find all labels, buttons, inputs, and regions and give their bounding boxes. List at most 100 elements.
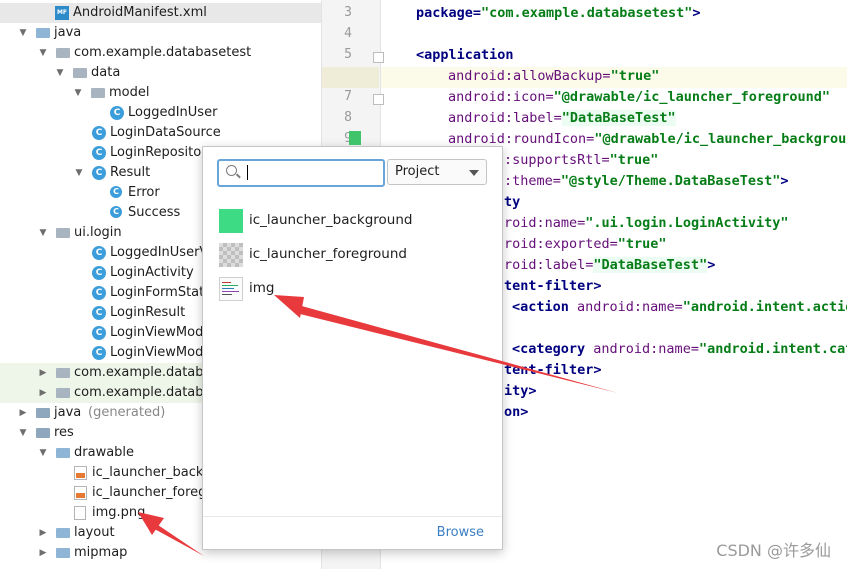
chevron-down-icon[interactable]: ▼ bbox=[37, 443, 49, 463]
fold-marker-icon[interactable] bbox=[373, 52, 384, 63]
search-icon bbox=[226, 165, 237, 176]
code-string: "@style/Theme.DataBaseTest" bbox=[560, 173, 781, 189]
tree-row-label: LoginFormState bbox=[110, 285, 213, 300]
search-field[interactable] bbox=[217, 159, 385, 187]
text-caret bbox=[247, 165, 248, 180]
code-string: "com.example.databasetest" bbox=[481, 5, 693, 21]
resource-item-img[interactable]: img bbox=[217, 275, 487, 303]
code-tag: <action bbox=[512, 299, 569, 315]
xml-file-icon bbox=[74, 466, 87, 480]
tree-row-label: Success bbox=[128, 205, 181, 220]
code-line: roid:name=".ui.login.LoginActivity" bbox=[504, 215, 788, 231]
manifest-file-icon: MF bbox=[55, 6, 69, 20]
transparent-checker-icon bbox=[219, 243, 243, 267]
code-line: ity> bbox=[504, 383, 537, 399]
tree-row-label: java bbox=[54, 405, 82, 420]
tree-row-label: ic_launcher_backgr bbox=[92, 465, 218, 480]
chevron-down-icon[interactable]: ▼ bbox=[17, 23, 29, 43]
tree-row[interactable]: ▼ model bbox=[0, 83, 321, 103]
code-string: "DataBaseTest" bbox=[561, 110, 676, 126]
package-icon bbox=[56, 228, 70, 238]
search-input[interactable] bbox=[251, 163, 380, 183]
class-icon: C bbox=[92, 346, 106, 360]
tree-row[interactable]: ▼ java bbox=[0, 23, 321, 43]
code-line: tent-filter> bbox=[504, 278, 602, 294]
package-icon bbox=[56, 48, 70, 58]
tree-row-label: img.png bbox=[92, 505, 146, 520]
code-string: "DataBaseTest" bbox=[593, 257, 708, 273]
code-tag: ty bbox=[504, 194, 521, 210]
browse-link[interactable]: Browse bbox=[437, 525, 484, 540]
class-icon: C bbox=[92, 326, 106, 340]
code-tag-end: > bbox=[692, 5, 701, 21]
tree-row[interactable]: C LoginDataSource bbox=[0, 123, 321, 143]
line-number: 7 bbox=[344, 89, 352, 104]
code-string: ".ui.login.LoginActivity" bbox=[585, 215, 789, 231]
code-tag: tent-filter> bbox=[504, 362, 602, 378]
code-line: android:icon="@drawable/ic_launcher_fore… bbox=[448, 89, 830, 105]
png-file-icon bbox=[74, 506, 86, 520]
code-line: tent-filter> bbox=[504, 362, 602, 378]
code-string: "@drawable/ic_launcher_foreground" bbox=[553, 89, 831, 105]
package-icon bbox=[56, 368, 70, 378]
tree-row-label: layout bbox=[74, 525, 115, 540]
tree-row-label: data bbox=[91, 65, 121, 80]
code-attribute: roid:exported= bbox=[504, 236, 618, 252]
chevron-right-icon[interactable]: ▶ bbox=[37, 543, 49, 563]
code-line: android:roundIcon="@drawable/ic_launcher… bbox=[448, 131, 847, 147]
package-icon bbox=[91, 88, 105, 98]
code-string: "true" bbox=[609, 152, 659, 168]
tree-row-label: LoggedInUser bbox=[128, 105, 218, 120]
line-number: 8 bbox=[344, 110, 352, 125]
resource-item-ic-launcher-background[interactable]: ic_launcher_background bbox=[217, 207, 487, 235]
chevron-right-icon[interactable]: ▶ bbox=[37, 523, 49, 543]
tree-row[interactable]: MF AndroidManifest.xml bbox=[0, 3, 321, 23]
resource-item-label: img bbox=[249, 280, 275, 296]
chevron-down-icon[interactable]: ▼ bbox=[37, 43, 49, 63]
folder-icon bbox=[56, 548, 70, 558]
code-attribute: android:icon= bbox=[448, 89, 554, 105]
xml-file-icon bbox=[74, 486, 87, 500]
class-icon: C bbox=[110, 106, 124, 120]
tree-row-label: ic_launcher_foregro bbox=[92, 485, 220, 500]
code-attribute: :supportsRtl= bbox=[504, 152, 610, 168]
chevron-down-icon[interactable]: ▼ bbox=[54, 63, 66, 83]
line-number: 9 bbox=[322, 131, 352, 146]
chevron-down-icon[interactable]: ▼ bbox=[37, 223, 49, 243]
tree-row-label: LoginViewMode bbox=[110, 325, 212, 340]
chevron-down-icon[interactable]: ▼ bbox=[73, 163, 85, 183]
code-tag-end: > bbox=[780, 173, 789, 189]
tree-row-label: model bbox=[109, 85, 150, 100]
chevron-down-icon[interactable]: ▼ bbox=[17, 423, 29, 443]
generated-folder-icon bbox=[36, 408, 50, 418]
chevron-right-icon[interactable]: ▶ bbox=[17, 403, 29, 423]
tree-row-label: LoggedInUserV bbox=[110, 245, 209, 260]
chevron-down-icon[interactable]: ▼ bbox=[72, 83, 84, 103]
resource-item-ic-launcher-foreground[interactable]: ic_launcher_foreground bbox=[217, 241, 487, 269]
code-line: on> bbox=[504, 404, 528, 420]
code-tag: <category bbox=[512, 341, 586, 357]
scope-value: Project bbox=[395, 164, 440, 179]
drawable-preview-gutter-icon[interactable] bbox=[349, 131, 361, 145]
class-icon: C bbox=[92, 166, 106, 180]
code-attribute: android:name= bbox=[568, 299, 683, 315]
code-tag: <application bbox=[416, 47, 514, 63]
code-line: <action android:name="android.intent.act… bbox=[512, 299, 847, 315]
tree-row[interactable]: ▼ com.example.databasetest bbox=[0, 43, 321, 63]
class-icon: C bbox=[92, 246, 106, 260]
scope-dropdown[interactable]: Project bbox=[387, 159, 487, 185]
code-tag: ity> bbox=[504, 383, 537, 399]
chevron-right-icon[interactable]: ▶ bbox=[37, 363, 49, 383]
code-line: roid:exported="true" bbox=[504, 236, 667, 252]
class-icon: C bbox=[92, 126, 106, 140]
code-line: <application bbox=[416, 47, 514, 63]
tree-row[interactable]: C LoggedInUser bbox=[0, 103, 321, 123]
line-number: 4 bbox=[344, 26, 352, 41]
tree-row[interactable]: ▼ data bbox=[0, 63, 321, 83]
class-icon: C bbox=[92, 306, 106, 320]
code-tag-end: > bbox=[707, 257, 716, 273]
chevron-right-icon[interactable]: ▶ bbox=[37, 383, 49, 403]
tree-row-label: Error bbox=[128, 185, 160, 200]
fold-marker-icon[interactable] bbox=[373, 94, 384, 105]
code-line: ty bbox=[504, 194, 520, 210]
